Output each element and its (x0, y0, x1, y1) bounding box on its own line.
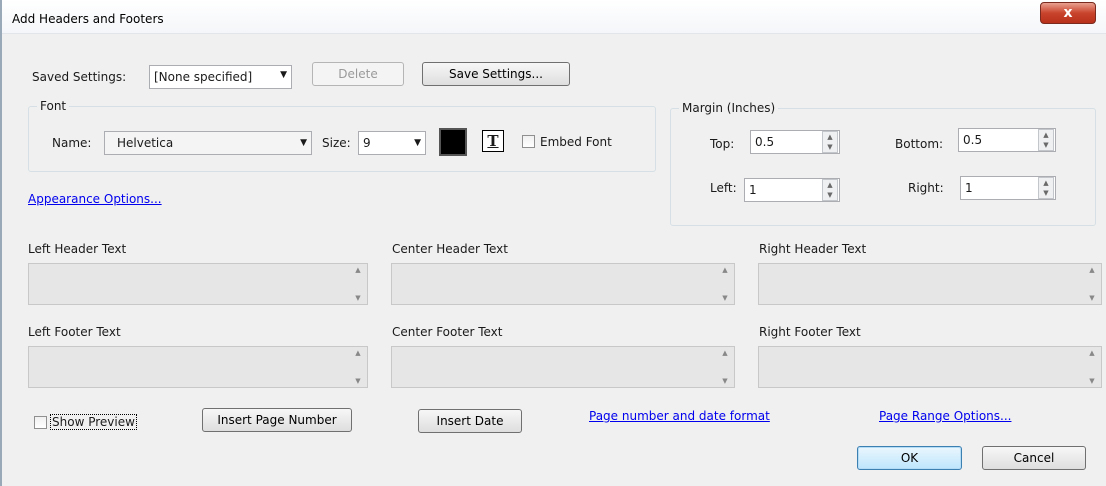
insert-page-number-button[interactable]: Insert Page Number (202, 408, 352, 432)
center-footer-label: Center Footer Text (392, 325, 503, 339)
right-header-label: Right Header Text (759, 242, 867, 256)
page-range-options-link[interactable]: Page Range Options... (879, 409, 1011, 423)
font-name-dropdown[interactable]: Helvetica ▼ (104, 131, 312, 155)
font-color-swatch[interactable] (439, 128, 467, 156)
scrollbar[interactable]: ▲ ▼ (1085, 266, 1099, 302)
left-footer-label: Left Footer Text (28, 325, 121, 339)
scrollbar[interactable]: ▲ ▼ (718, 349, 732, 385)
font-name-label: Name: (52, 136, 92, 150)
chevron-down-icon: ▼ (300, 138, 307, 148)
left-footer-textarea[interactable]: ▲ ▼ (28, 346, 368, 388)
saved-settings-label: Saved Settings: (32, 70, 127, 84)
font-group-label: Font (37, 99, 70, 113)
margin-left-spinner[interactable]: ▲ ▼ (822, 179, 838, 201)
dialog-title: Add Headers and Footers (12, 12, 164, 26)
margin-top-label: Top: (710, 137, 735, 151)
margin-bottom-label: Bottom: (895, 137, 944, 151)
center-header-textarea[interactable]: ▲ ▼ (391, 263, 735, 305)
scrollbar[interactable]: ▲ ▼ (351, 349, 365, 385)
right-footer-textarea[interactable]: ▲ ▼ (758, 346, 1102, 388)
left-header-label: Left Header Text (28, 242, 127, 256)
right-header-textarea[interactable]: ▲ ▼ (758, 263, 1102, 305)
center-header-label: Center Header Text (392, 242, 508, 256)
left-header-textarea[interactable]: ▲ ▼ (28, 263, 368, 305)
close-button[interactable]: x (1040, 2, 1096, 24)
margin-right-value: 1 (965, 181, 973, 195)
close-icon: x (1063, 5, 1073, 21)
margin-top-value: 0.5 (755, 135, 775, 149)
text-properties-icon[interactable]: T (482, 130, 504, 152)
margin-left-label: Left: (710, 181, 737, 195)
saved-settings-value: [None specified] (154, 70, 253, 84)
insert-date-button[interactable]: Insert Date (418, 409, 522, 433)
margin-right-spinner[interactable]: ▲ ▼ (1038, 177, 1054, 199)
margin-group-label: Margin (Inches) (679, 101, 779, 115)
appearance-options-link[interactable]: Appearance Options... (28, 192, 162, 206)
page-number-date-format-link[interactable]: Page number and date format (589, 409, 770, 423)
save-settings-button[interactable]: Save Settings... (422, 62, 570, 86)
cancel-button[interactable]: Cancel (982, 446, 1086, 470)
show-preview-checkbox[interactable] (34, 416, 47, 429)
chevron-down-icon: ▼ (280, 70, 287, 80)
scrollbar[interactable]: ▲ ▼ (718, 266, 732, 302)
embed-font-checkbox[interactable] (522, 135, 535, 148)
show-preview-label: Show Preview (50, 414, 137, 430)
dialog-window: Add Headers and Footers x Saved Settings… (0, 0, 1106, 486)
font-name-value: Helvetica (117, 136, 174, 150)
ok-button[interactable]: OK (857, 446, 962, 470)
margin-top-spinner[interactable]: ▲ ▼ (822, 131, 838, 153)
center-footer-textarea[interactable]: ▲ ▼ (391, 346, 735, 388)
delete-button[interactable]: Delete (312, 62, 404, 86)
margin-bottom-spinner[interactable]: ▲ ▼ (1038, 129, 1054, 151)
saved-settings-dropdown[interactable]: [None specified] ▼ (149, 65, 292, 89)
margin-left-value: 1 (749, 183, 757, 197)
scrollbar[interactable]: ▲ ▼ (1085, 349, 1099, 385)
title-bar: Add Headers and Footers x (2, 0, 1106, 34)
right-footer-label: Right Footer Text (759, 325, 861, 339)
margin-bottom-value: 0.5 (963, 133, 983, 147)
embed-font-label: Embed Font (540, 135, 612, 149)
font-size-dropdown[interactable]: 9 ▼ (358, 131, 426, 155)
margin-right-label: Right: (908, 181, 944, 195)
font-size-value: 9 (363, 136, 371, 150)
scrollbar[interactable]: ▲ ▼ (351, 266, 365, 302)
chevron-down-icon: ▼ (414, 138, 421, 148)
margin-group: Margin (Inches) (670, 101, 1096, 226)
font-size-label: Size: (322, 136, 351, 150)
